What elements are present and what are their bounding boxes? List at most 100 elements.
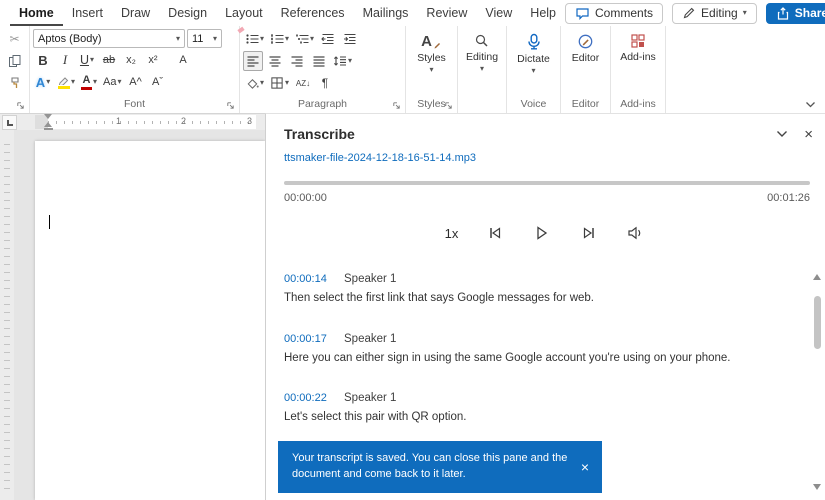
horizontal-ruler[interactable]: 1 2 3	[35, 115, 256, 129]
bullet-list-icon	[245, 32, 259, 46]
copy-button[interactable]	[5, 51, 25, 71]
borders-button[interactable]: ▾	[268, 73, 291, 93]
tab-view[interactable]: View	[476, 0, 521, 26]
bullets-button[interactable]: ▾	[243, 29, 266, 49]
audio-progress-bar[interactable]	[284, 181, 810, 185]
align-left-button[interactable]	[243, 51, 263, 71]
underline-button[interactable]: U▾	[77, 50, 97, 70]
document-page[interactable]	[35, 141, 265, 500]
collapse-ribbon-chevron-icon[interactable]	[805, 101, 816, 108]
styles-dialog-launcher-icon[interactable]	[444, 101, 453, 110]
topbar-right-controls: Comments Editing ▾ Share ▾	[565, 0, 825, 26]
font-group: Aptos (Body) ▾ 11 ▾ B I U▾ ab x₂ x² A	[30, 26, 240, 113]
chevron-down-icon: ▾	[118, 78, 122, 86]
tab-draw[interactable]: Draw	[112, 0, 159, 26]
transcript-entry[interactable]: 00:00:22 Speaker 1 Let's select this pai…	[284, 392, 797, 426]
tab-home[interactable]: Home	[10, 0, 63, 26]
subscript-button[interactable]: x₂	[121, 50, 141, 70]
numbering-button[interactable]: ▾	[268, 29, 291, 49]
tab-help[interactable]: Help	[521, 0, 565, 26]
align-right-button[interactable]	[287, 51, 307, 71]
align-center-button[interactable]	[265, 51, 285, 71]
dictate-button[interactable]: Dictate ▾	[510, 29, 557, 97]
paragraph-dialog-launcher-icon[interactable]	[392, 101, 401, 110]
editing-button[interactable]: Editing ▾	[461, 29, 503, 97]
entry-text: Here you can either sign in using the sa…	[284, 351, 797, 367]
shrink-font-button[interactable]: Aˇ	[148, 72, 168, 92]
ruler-number: 3	[247, 116, 252, 126]
chevron-down-icon: ▾	[743, 9, 747, 17]
clipboard-dialog-launcher-icon[interactable]	[16, 101, 25, 110]
bold-button[interactable]: B	[33, 50, 53, 70]
chevron-down-icon: ▾	[348, 57, 352, 65]
strikethrough-button[interactable]: ab	[99, 50, 119, 70]
volume-button[interactable]	[626, 223, 646, 243]
scroll-down-arrow-icon[interactable]	[813, 484, 821, 490]
tab-mailings[interactable]: Mailings	[354, 0, 418, 26]
playback-speed-button[interactable]: 1x	[445, 226, 459, 241]
borders-icon	[270, 76, 284, 90]
superscript-button[interactable]: x²	[143, 50, 163, 70]
sort-button[interactable]: AZ↓	[293, 73, 313, 93]
justify-button[interactable]	[309, 51, 329, 71]
tab-insert[interactable]: Insert	[63, 0, 112, 26]
pane-close-button[interactable]: ×	[804, 127, 813, 142]
font-name-value: Aptos (Body)	[38, 33, 102, 45]
indent-icon	[343, 32, 357, 46]
forward-button[interactable]	[579, 223, 599, 243]
align-left-icon	[246, 54, 260, 68]
tab-references[interactable]: References	[272, 0, 354, 26]
current-time: 00:00:00	[284, 192, 327, 204]
line-spacing-button[interactable]: ▾	[331, 51, 354, 71]
editor-button[interactable]: Editor	[564, 29, 607, 97]
styles-icon: A	[421, 33, 442, 50]
entry-speaker: Speaker 1	[344, 273, 396, 285]
highlight-color-button[interactable]: ▾	[55, 72, 77, 92]
editing-mode-dropdown[interactable]: Editing ▾	[672, 3, 757, 24]
font-size-combobox[interactable]: 11 ▾	[187, 29, 222, 48]
rewind-button[interactable]	[485, 223, 505, 243]
pane-scrollbar[interactable]	[811, 272, 824, 492]
hanging-indent-marker[interactable]	[44, 122, 52, 127]
pen-icon	[682, 6, 696, 20]
grow-font-button[interactable]: A^	[126, 72, 146, 92]
comments-button[interactable]: Comments	[565, 3, 663, 24]
font-name-combobox[interactable]: Aptos (Body) ▾	[33, 29, 185, 48]
entry-timestamp[interactable]: 00:00:17	[284, 333, 330, 345]
addins-button[interactable]: Add-ins	[614, 29, 662, 97]
audio-file-link[interactable]: ttsmaker-file-2024-12-18-16-51-14.mp3	[284, 152, 476, 164]
font-dialog-launcher-icon[interactable]	[226, 101, 235, 110]
scrollbar-thumb[interactable]	[814, 296, 821, 349]
first-line-indent-marker[interactable]	[44, 114, 52, 119]
ribbon-filler	[666, 26, 825, 113]
transcript-entry[interactable]: 00:00:17 Speaker 1 Here you can either s…	[284, 333, 797, 367]
pane-collapse-button[interactable]	[776, 130, 788, 138]
italic-button[interactable]: I	[55, 50, 75, 70]
tab-stop-selector[interactable]	[2, 115, 17, 130]
show-formatting-marks-button[interactable]: ¶	[315, 73, 335, 93]
entry-timestamp[interactable]: 00:00:14	[284, 273, 330, 285]
clear-formatting-button[interactable]: A	[173, 50, 193, 70]
share-button[interactable]: Share ▾	[766, 3, 825, 24]
scroll-up-arrow-icon[interactable]	[813, 274, 821, 280]
text-effects-button[interactable]: A▾	[33, 72, 53, 92]
change-case-button[interactable]: Aa▾	[101, 72, 123, 92]
shading-button[interactable]: ▾	[243, 73, 266, 93]
ruler-ticks	[48, 121, 254, 124]
multilevel-list-button[interactable]: ▾	[293, 29, 316, 49]
play-button[interactable]	[532, 223, 552, 243]
tab-review[interactable]: Review	[417, 0, 476, 26]
chevron-down-icon: ▾	[176, 35, 180, 43]
increase-indent-button[interactable]	[340, 29, 360, 49]
format-painter-button[interactable]	[5, 73, 25, 93]
decrease-indent-button[interactable]	[318, 29, 338, 49]
entry-timestamp[interactable]: 00:00:22	[284, 392, 330, 404]
tab-design[interactable]: Design	[159, 0, 216, 26]
vertical-ruler	[0, 130, 14, 500]
notification-close-button[interactable]: ×	[581, 460, 589, 474]
tab-layout[interactable]: Layout	[216, 0, 272, 26]
cut-button[interactable]: ✂	[5, 29, 25, 49]
font-color-button[interactable]: A ▾	[79, 72, 99, 92]
styles-button[interactable]: A Styles ▾	[409, 29, 454, 97]
transcript-entry[interactable]: 00:00:14 Speaker 1 Then select the first…	[284, 273, 797, 307]
